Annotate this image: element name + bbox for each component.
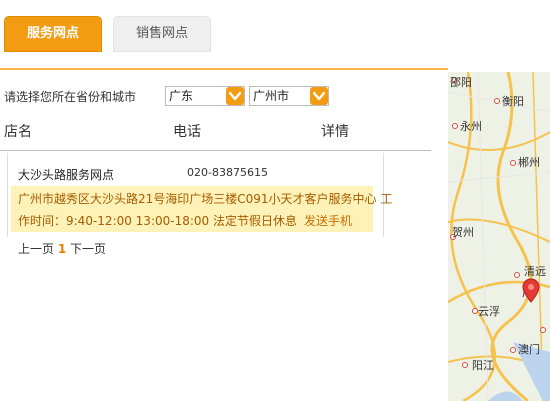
map-label-yongzhou: 永州	[460, 120, 482, 133]
city-select[interactable]: 广州市	[249, 86, 329, 106]
map-label-hezhou: 贺州	[452, 226, 474, 239]
city-value: 广州市	[253, 89, 290, 103]
region-select-label: 请选择您所在省份和城市	[4, 90, 137, 104]
column-header-detail: 详情	[321, 124, 349, 140]
store-detail-panel: 广州市越秀区大沙头路21号海印广场三楼C091小天才客户服务中心 工 作时间：9…	[11, 186, 392, 232]
map-label-macau: 澳门	[518, 343, 540, 356]
column-header-phone: 电话	[173, 124, 201, 140]
map-label-chenzhou: 郴州	[518, 156, 540, 169]
map-label-yangjiang: 阳江	[472, 359, 494, 372]
send-to-phone-link[interactable]: 发送手机	[304, 212, 352, 229]
store-phone: 020-83875615	[187, 166, 268, 179]
store-address: 广州市越秀区大沙头路21号海印广场三楼C091小天才客户服务中心 工	[18, 192, 393, 206]
map-label-shaoyang: 邵阳	[450, 76, 472, 89]
tab-underline	[0, 68, 448, 70]
store-hours: 作时间：9:40-12:00 13:00-18:00 法定节假日休息	[18, 214, 297, 228]
map-view[interactable]: 邵阳 衡阳 永州 郴州 贺州 清远 广 云浮 澳门 阳江	[448, 72, 550, 401]
province-select[interactable]: 广东	[165, 86, 245, 106]
chevron-down-icon	[310, 87, 328, 105]
map-label-hengyang: 衡阳	[502, 95, 524, 108]
tab-service-points[interactable]: 服务网点	[4, 16, 102, 52]
next-page-link[interactable]: 下一页	[70, 242, 106, 256]
province-value: 广东	[169, 89, 194, 103]
store-name[interactable]: 大沙头路服务网点	[18, 166, 114, 183]
chevron-down-icon	[226, 87, 244, 105]
header-divider	[0, 150, 431, 151]
map-label-yunfu: 云浮	[478, 305, 500, 318]
map-label-qingyuan: 清远	[524, 265, 546, 278]
column-header-name: 店名	[4, 124, 32, 140]
prev-page-link[interactable]: 上一页	[18, 242, 54, 256]
map-marker-icon[interactable]	[522, 278, 540, 304]
tab-sales-points[interactable]: 销售网点	[113, 16, 211, 52]
pagination: 上一页 1 下一页	[18, 240, 106, 257]
current-page: 1	[57, 242, 67, 256]
